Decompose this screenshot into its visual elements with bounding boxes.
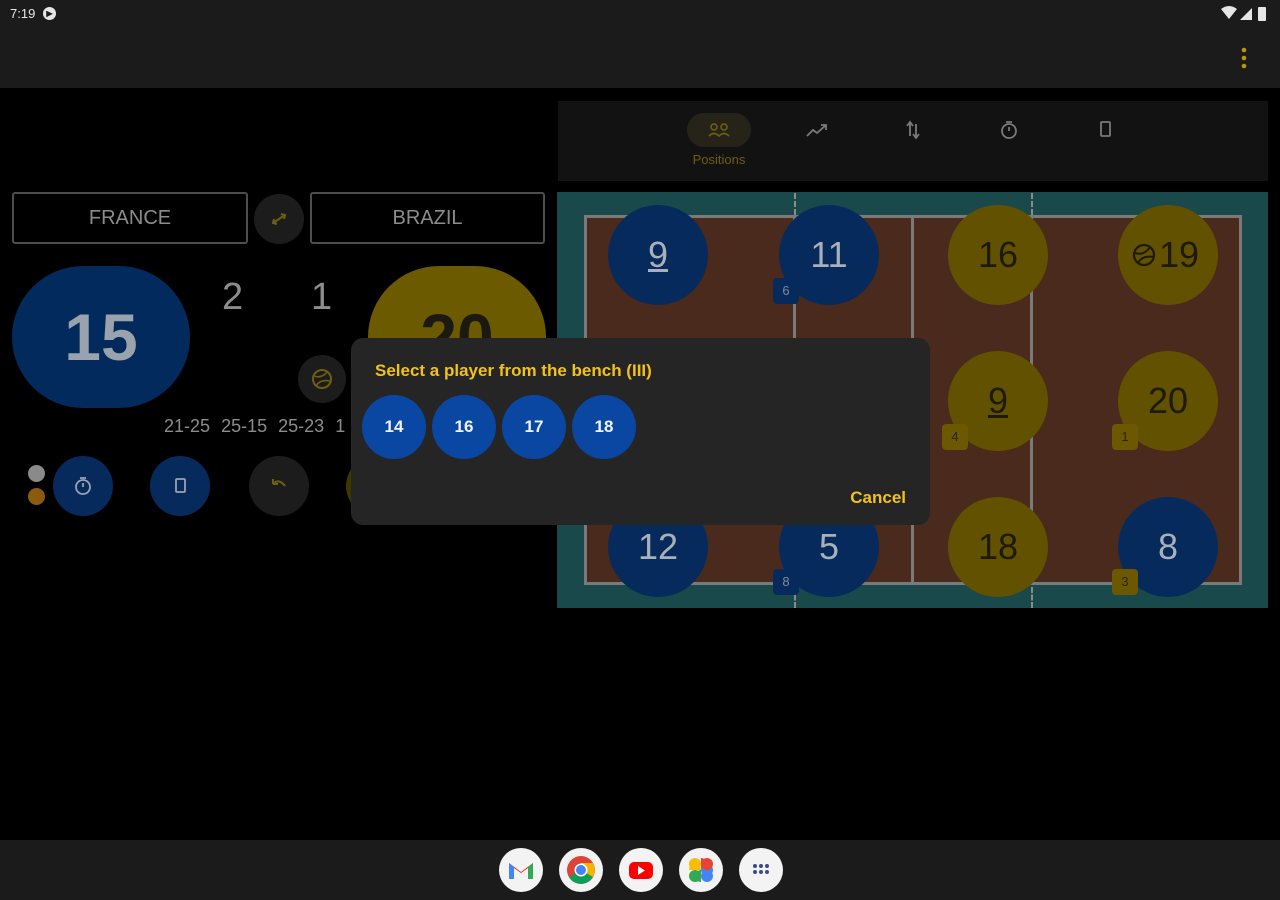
set-score: 25-15 <box>221 416 268 436</box>
timeout-button[interactable] <box>53 456 113 516</box>
player-number: 20 <box>1147 380 1189 421</box>
positions-icon <box>708 123 730 138</box>
status-icons <box>1221 6 1266 21</box>
card-icon <box>175 478 186 493</box>
player-number: 16 <box>977 234 1019 275</box>
position-badge: 1 <box>1112 424 1138 450</box>
player-number: 19 <box>1158 234 1200 275</box>
home-score-button[interactable]: 15 <box>12 266 190 408</box>
position-badge: 8 <box>773 569 799 595</box>
set-score: 25-23 <box>278 416 325 436</box>
bench-selection-dialog: Select a player from the bench (III) 14 … <box>351 338 930 525</box>
cancel-button[interactable]: Cancel <box>850 488 906 508</box>
undo-button[interactable] <box>249 456 309 516</box>
bench-player-button[interactable]: 17 <box>502 395 566 459</box>
substitutions-icon <box>906 120 920 140</box>
tab-substitutions[interactable] <box>881 113 945 171</box>
gmail-app[interactable] <box>499 848 543 892</box>
volleyball-icon <box>298 355 346 403</box>
court-player[interactable]: 18 <box>948 497 1048 597</box>
set-score: 21-25 <box>164 416 211 436</box>
app-drawer-button[interactable] <box>739 848 783 892</box>
youtube-icon <box>629 862 653 879</box>
player-number: 18 <box>977 526 1019 567</box>
timer-icon <box>75 477 91 495</box>
home-team-name[interactable]: FRANCE <box>12 192 248 244</box>
bench-player-button[interactable]: 18 <box>572 395 636 459</box>
court-player[interactable]: 16 <box>948 205 1048 305</box>
tab-positions[interactable]: Positions <box>687 113 751 171</box>
media-notification-icon: ▶ <box>43 7 56 20</box>
substitution-button[interactable] <box>150 456 210 516</box>
photos-app[interactable] <box>679 848 723 892</box>
player-number: 9 <box>987 380 1009 421</box>
position-badge: 6 <box>773 278 799 304</box>
position-badge: 3 <box>1112 569 1138 595</box>
chrome-icon <box>567 856 595 884</box>
youtube-app[interactable] <box>619 848 663 892</box>
home-sets-won: 2 <box>222 276 244 318</box>
undo-icon <box>272 479 286 487</box>
set-scores: 21-25 25-15 25-23 1 <box>164 416 351 437</box>
player-number: 12 <box>637 526 679 567</box>
player-number: 11 <box>810 234 848 275</box>
swap-sides-button[interactable] <box>254 194 304 244</box>
away-team-color-dot <box>28 488 45 505</box>
photos-icon <box>689 858 713 882</box>
tab-statistics[interactable] <box>785 113 849 171</box>
battery-icon <box>1258 7 1266 21</box>
bench-player-button[interactable]: 16 <box>432 395 496 459</box>
more-vert-icon[interactable] <box>1230 44 1258 72</box>
swap-sides-icon <box>271 213 287 225</box>
cell-signal-icon <box>1240 8 1252 20</box>
wifi-icon <box>1221 6 1237 19</box>
app-drawer-icon <box>753 864 769 874</box>
away-sets-won: 1 <box>311 276 333 318</box>
set-score: 1 <box>335 416 346 436</box>
status-time: 7:19 <box>10 6 36 21</box>
app-bar <box>0 28 1280 88</box>
home-team-color-dot <box>28 465 45 482</box>
statistics-icon <box>806 124 827 137</box>
player-number: 8 <box>1157 526 1179 567</box>
card-icon <box>1100 121 1111 137</box>
bench-player-button[interactable]: 14 <box>362 395 426 459</box>
position-badge: 4 <box>942 424 968 450</box>
away-team-name[interactable]: BRAZIL <box>310 192 545 244</box>
attack-line-extension <box>1031 193 1033 215</box>
tab-bar: Positions <box>558 101 1268 181</box>
player-number: 9 <box>647 234 669 275</box>
attack-line-extension <box>794 193 796 215</box>
taskbar <box>0 840 1280 900</box>
gmail-icon <box>509 863 533 879</box>
status-bar: 7:19 ▶ <box>0 0 1280 28</box>
court-player[interactable]: 19 <box>1118 205 1218 305</box>
attack-line-extension <box>1031 587 1033 608</box>
dialog-title: Select a player from the bench (III) <box>375 361 652 380</box>
player-number: 5 <box>818 526 840 567</box>
timer-icon <box>1001 121 1017 139</box>
chrome-app[interactable] <box>559 848 603 892</box>
volleyball-icon <box>1132 243 1156 267</box>
tab-label: Positions <box>692 152 746 167</box>
tab-timeouts[interactable] <box>977 113 1041 171</box>
tab-sanctions[interactable] <box>1073 113 1137 171</box>
court-player[interactable]: 9 <box>608 205 708 305</box>
